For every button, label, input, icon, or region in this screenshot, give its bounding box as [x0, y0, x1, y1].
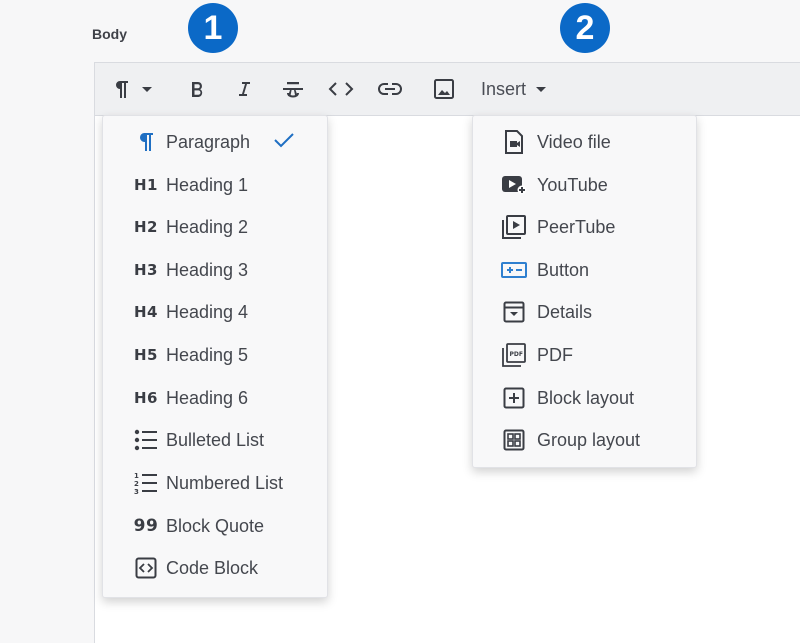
heading-6-icon: H6: [134, 389, 158, 407]
svg-text:3: 3: [134, 488, 139, 495]
menu-item-label: Heading 6: [166, 387, 249, 408]
bold-icon: [192, 82, 203, 97]
menu-item-label: YouTube: [537, 174, 608, 195]
chevron-down-icon: [142, 87, 152, 92]
menu-item-label: Block layout: [537, 387, 635, 408]
pilcrow-icon: [116, 81, 128, 98]
menu-item-label: Code Block: [166, 557, 259, 578]
svg-text:PDF: PDF: [510, 351, 523, 358]
link-button[interactable]: [374, 75, 406, 103]
menu-item-label: Heading 3: [166, 259, 249, 280]
menu-item-label: PeerTube: [537, 216, 616, 237]
menu-item-details[interactable]: Details: [473, 291, 696, 333]
menu-item-code-block[interactable]: Code Block: [103, 547, 327, 589]
menu-item-paragraph[interactable]: Paragraph: [103, 121, 327, 163]
menu-item-label: Button: [537, 259, 590, 280]
insert-menu: Video file YouTube PeerTube Button Detai…: [472, 115, 697, 468]
menu-item-label: Group layout: [537, 429, 641, 450]
menu-item-label: PDF: [537, 344, 573, 365]
heading-3-icon: H3: [134, 261, 158, 279]
menu-item-youtube[interactable]: YouTube: [473, 164, 696, 206]
menu-item-heading-2[interactable]: H2 Heading 2: [103, 206, 327, 248]
menu-item-heading-1[interactable]: H1 Heading 1: [103, 164, 327, 206]
menu-item-label: Block Quote: [166, 515, 265, 536]
code-block-icon: [131, 555, 161, 581]
menu-item-label: Details: [537, 301, 593, 322]
field-label: Body: [92, 26, 127, 42]
inline-code-button[interactable]: [325, 75, 357, 103]
svg-text:1: 1: [134, 472, 139, 480]
strikethrough-icon: [283, 82, 303, 98]
callout-badge-2: 2: [560, 3, 610, 53]
menu-item-group-layout[interactable]: Group layout: [473, 419, 696, 461]
group-layout-icon: [499, 427, 529, 453]
menu-item-label: Paragraph: [166, 131, 251, 152]
menu-item-label: Bulleted List: [166, 429, 265, 450]
menu-item-heading-3[interactable]: H3 Heading 3: [103, 249, 327, 291]
pdf-icon: PDF: [499, 342, 529, 368]
menu-item-numbered-list[interactable]: 1 2 3 Numbered List: [103, 462, 327, 504]
image-icon: [434, 79, 454, 99]
heading-4-icon: H4: [134, 303, 158, 321]
menu-item-label: Video file: [537, 131, 611, 152]
insert-label: Insert: [481, 78, 527, 99]
link-icon: [378, 83, 402, 95]
svg-text:2: 2: [134, 480, 139, 488]
menu-item-heading-6[interactable]: H6 Heading 6: [103, 377, 327, 419]
menu-item-button[interactable]: Button: [473, 249, 696, 291]
menu-item-block-quote[interactable]: 99 Block Quote: [103, 505, 327, 547]
video-file-icon: [499, 129, 529, 155]
menu-item-bulleted-list[interactable]: Bulleted List: [103, 419, 327, 461]
callout-badge-1: 1: [188, 3, 238, 53]
paragraph-format-menu: Paragraph H1 Heading 1 H2 Heading 2 H3 H…: [102, 115, 328, 598]
menu-item-label: Heading 1: [166, 174, 249, 195]
heading-5-icon: H5: [134, 346, 158, 364]
insert-dropdown[interactable]: Insert: [481, 75, 548, 103]
italic-icon: [239, 82, 250, 96]
menu-item-video-file[interactable]: Video file: [473, 121, 696, 163]
menu-item-label: Heading 5: [166, 344, 249, 365]
menu-item-block-layout[interactable]: Block layout: [473, 377, 696, 419]
bold-button[interactable]: [183, 75, 211, 103]
menu-item-label: Heading 4: [166, 301, 249, 322]
numbered-list-icon: 1 2 3: [131, 470, 161, 496]
code-icon: [328, 82, 354, 96]
heading-1-icon: H1: [134, 176, 158, 194]
pilcrow-icon: [131, 129, 161, 155]
block-layout-icon: [499, 385, 529, 411]
menu-item-peertube[interactable]: PeerTube: [473, 206, 696, 248]
paragraph-format-dropdown[interactable]: [107, 75, 159, 103]
menu-item-heading-5[interactable]: H5 Heading 5: [103, 334, 327, 376]
peertube-icon: [499, 214, 529, 240]
strikethrough-button[interactable]: [278, 75, 308, 103]
editor-toolbar: Insert: [95, 63, 800, 116]
details-icon: [499, 299, 529, 325]
menu-item-label: Heading 2: [166, 216, 249, 237]
button-icon: [499, 257, 529, 283]
block-quote-icon: 99: [133, 516, 159, 536]
image-button[interactable]: [430, 75, 458, 103]
menu-item-label: Numbered List: [166, 472, 284, 493]
menu-item-pdf[interactable]: PDF PDF: [473, 334, 696, 376]
heading-2-icon: H2: [134, 218, 158, 236]
chevron-down-icon: [536, 87, 547, 92]
youtube-icon: [499, 172, 529, 198]
bulleted-list-icon: [131, 427, 161, 453]
menu-item-heading-4[interactable]: H4 Heading 4: [103, 291, 327, 333]
italic-button[interactable]: [230, 75, 258, 103]
checkmark-icon: [273, 132, 295, 153]
